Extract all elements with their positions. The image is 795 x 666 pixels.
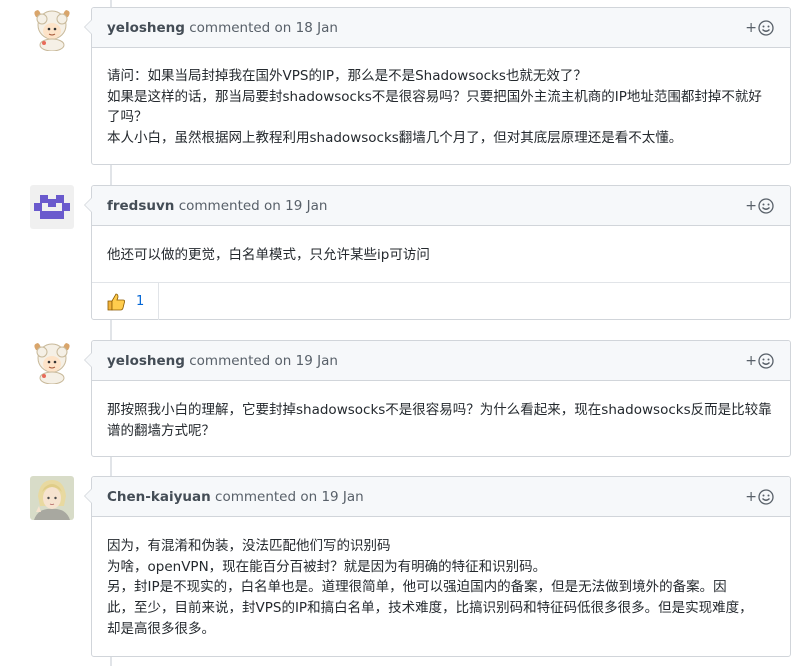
comment-header: yelosheng commented on 18 Jan + <box>92 8 790 48</box>
comment-header: fredsuvn commented on 19 Jan + <box>92 186 790 226</box>
avatar[interactable] <box>30 7 74 51</box>
comment-text-line: 了吗？ <box>107 109 148 126</box>
comment-text-line: 此，至少，目前来说，封VPS的IP和搞白名单，技术难度，比搞识别码和特征码低很多… <box>107 600 753 617</box>
smiley-icon <box>758 20 774 36</box>
author-link[interactable]: yelosheng <box>107 353 185 369</box>
comment-box: fredsuvn commented on 19 Jan + 他还可以做的更觉，… <box>84 185 791 320</box>
add-reaction-button[interactable]: + <box>745 488 774 506</box>
avatar[interactable] <box>30 340 74 384</box>
author-link[interactable]: Chen-kaiyuan <box>107 489 211 505</box>
comment-body: 他还可以做的更觉，白名单模式，只允许某些ip可访问 <box>92 226 790 282</box>
sheep-avatar-icon <box>30 340 74 384</box>
comment-header: Chen-kaiyuan commented on 19 Jan + <box>92 477 790 517</box>
comment-body: 请问：如果当局封掉我在国外VPS的IP，那么是不是Shadowsocks也就无效… <box>92 48 790 164</box>
comment-timestamp[interactable]: commented on 19 Jan <box>215 489 364 505</box>
comment-text-line: 本人小白，虽然根据网上教程利用shadowsocks翻墙几个月了，但对其底层原理… <box>107 130 683 147</box>
comment-body: 因为，有混淆和伪装，没法匹配他们写的识别码 为啥，openVPN，现在能百分百被… <box>92 517 790 655</box>
comment-text-line: 他还可以做的更觉，白名单模式，只允许某些ip可访问 <box>107 247 430 263</box>
plus-icon: + <box>745 489 757 505</box>
identicon-avatar-icon <box>30 185 74 229</box>
comment-body: 那按照我小白的理解，它要封掉shadowsocks不是很容易吗？为什么看起来，现… <box>92 381 790 456</box>
comment-header: yelosheng commented on 19 Jan + <box>92 341 790 381</box>
comment-text-line: 因为，有混淆和伪装，没法匹配他们写的识别码 <box>107 538 391 554</box>
comment-text-line: 那按照我小白的理解，它要封掉shadowsocks不是很容易吗？为什么看起来，现… <box>107 402 772 418</box>
comment-text-line: 为啥，openVPN，现在能百分百被封？就是因为有明确的特征和识别码。 <box>107 558 547 575</box>
author-link[interactable]: yelosheng <box>107 20 185 36</box>
comment-timestamp[interactable]: commented on 19 Jan <box>179 198 328 214</box>
plus-icon: + <box>745 198 757 214</box>
comment-text-line: 如果是这样的话，那当局要封shadowsocks不是很容易吗？只要把国外主流主机… <box>107 88 762 105</box>
avatar[interactable] <box>30 476 74 520</box>
comment-text-line: 谱的翻墙方式呢？ <box>107 422 215 439</box>
plus-icon: + <box>745 20 757 36</box>
avatar[interactable] <box>30 185 74 229</box>
smiley-icon <box>758 198 774 214</box>
author-link[interactable]: fredsuvn <box>107 198 174 214</box>
add-reaction-button[interactable]: + <box>745 197 774 215</box>
comment-text-line: 却是高很多很多。 <box>107 620 215 637</box>
add-reaction-button[interactable]: + <box>745 352 774 370</box>
comment-box: Chen-kaiyuan commented on 19 Jan + 因为，有混… <box>84 476 791 657</box>
comment-timestamp[interactable]: commented on 19 Jan <box>189 353 338 369</box>
smiley-icon <box>758 489 774 505</box>
sheep-avatar-icon <box>30 7 74 51</box>
anime-avatar-icon <box>30 476 74 520</box>
comment-box: yelosheng commented on 18 Jan + 请问：如果当局封… <box>84 7 791 165</box>
reactions-bar: 1 <box>92 282 790 320</box>
comment-box: yelosheng commented on 19 Jan + 那按照我小白的理… <box>84 340 791 457</box>
comment-text-line: 请问：如果当局封掉我在国外VPS的IP，那么是不是Shadowsocks也就无效… <box>107 68 587 84</box>
add-reaction-button[interactable]: + <box>745 19 774 37</box>
reaction-count: 1 <box>136 294 145 309</box>
plus-icon: + <box>745 353 757 369</box>
comment-text-line: 另，封IP是不现实的，白名单也是。道理很简单，他可以强迫国内的备案，但是无法做到… <box>107 579 727 596</box>
reaction-thumbs-up-button[interactable]: 1 <box>92 283 160 320</box>
smiley-icon <box>758 353 774 369</box>
comment-timestamp[interactable]: commented on 18 Jan <box>189 20 338 36</box>
thumbs-up-icon <box>107 293 125 310</box>
